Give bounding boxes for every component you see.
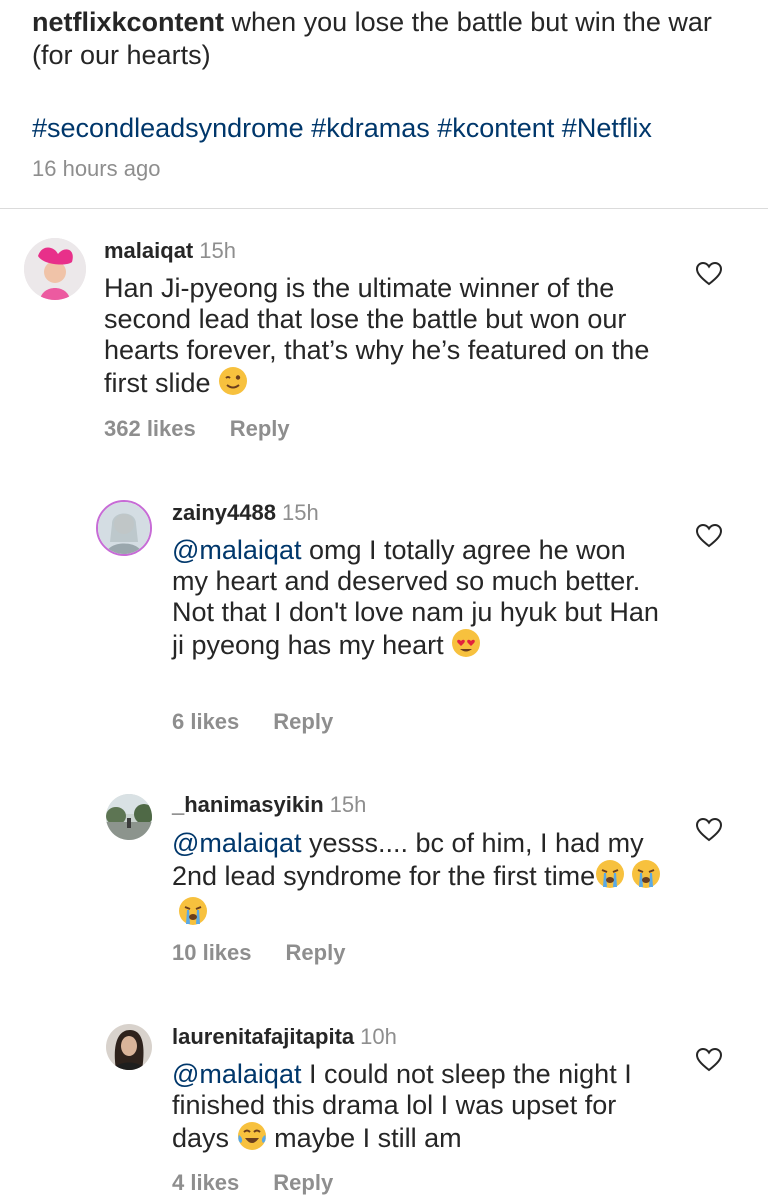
heart-outline-icon[interactable] bbox=[696, 524, 722, 548]
comment-text: Han Ji-pyeong is the ultimate winner of … bbox=[104, 273, 650, 398]
comment-time: 15h bbox=[329, 792, 367, 817]
avatar[interactable] bbox=[106, 794, 152, 840]
likes-count[interactable]: 362 likes bbox=[104, 416, 196, 441]
heart-outline-icon[interactable] bbox=[696, 262, 722, 286]
likes-count[interactable]: 6 likes bbox=[172, 709, 239, 734]
comment-body: @malaiqat yesss.... bc of him, I had my … bbox=[172, 828, 662, 933]
comment-mention[interactable]: @malaiqat bbox=[172, 828, 301, 858]
comment-time: 10h bbox=[360, 1024, 397, 1049]
comment-username[interactable]: laurenitafajitapita bbox=[172, 1024, 354, 1049]
comment-username[interactable]: malaiqat bbox=[104, 238, 193, 263]
post-timestamp: 16 hours ago bbox=[32, 156, 161, 181]
reply-button[interactable]: Reply bbox=[286, 940, 346, 965]
comment-username[interactable]: zainy4488 bbox=[172, 500, 276, 525]
tears-of-joy-face-icon bbox=[237, 1121, 267, 1158]
comment-text-after: maybe I still am bbox=[274, 1123, 462, 1153]
heart-eyes-face-icon bbox=[451, 628, 481, 665]
reply-button[interactable]: Reply bbox=[273, 1170, 333, 1195]
heart-outline-icon[interactable] bbox=[696, 1048, 722, 1072]
avatar[interactable] bbox=[24, 238, 86, 300]
avatar[interactable] bbox=[106, 1024, 152, 1070]
divider bbox=[0, 208, 768, 209]
comment-body: @malaiqat I could not sleep the night I … bbox=[172, 1059, 662, 1158]
comment-mention[interactable]: @malaiqat bbox=[172, 1059, 301, 1089]
reply-button[interactable]: Reply bbox=[230, 416, 290, 441]
crying-face-icon bbox=[178, 896, 208, 933]
avatar[interactable] bbox=[96, 500, 152, 556]
comment-body: Han Ji-pyeong is the ultimate winner of … bbox=[104, 273, 674, 403]
comment-time: 15h bbox=[281, 500, 319, 525]
post-hashtags[interactable]: #secondleadsyndrome #kdramas #kcontent #… bbox=[32, 112, 652, 145]
post-username[interactable]: netflixkcontent bbox=[32, 7, 224, 37]
comment-username[interactable]: _hanimasyikin bbox=[172, 792, 324, 817]
wink-face-icon bbox=[218, 366, 248, 403]
comment-mention[interactable]: @malaiqat bbox=[172, 535, 301, 565]
comment-time: 15h bbox=[199, 238, 236, 263]
likes-count[interactable]: 4 likes bbox=[172, 1170, 239, 1195]
crying-face-icon bbox=[631, 859, 661, 896]
crying-face-icon bbox=[595, 859, 625, 896]
likes-count[interactable]: 10 likes bbox=[172, 940, 252, 965]
post-caption: netflixkcontent when you lose the battle… bbox=[32, 6, 732, 72]
comment-body: @malaiqat omg I totally agree he won my … bbox=[172, 535, 662, 665]
heart-outline-icon[interactable] bbox=[696, 818, 722, 842]
reply-button[interactable]: Reply bbox=[273, 709, 333, 734]
